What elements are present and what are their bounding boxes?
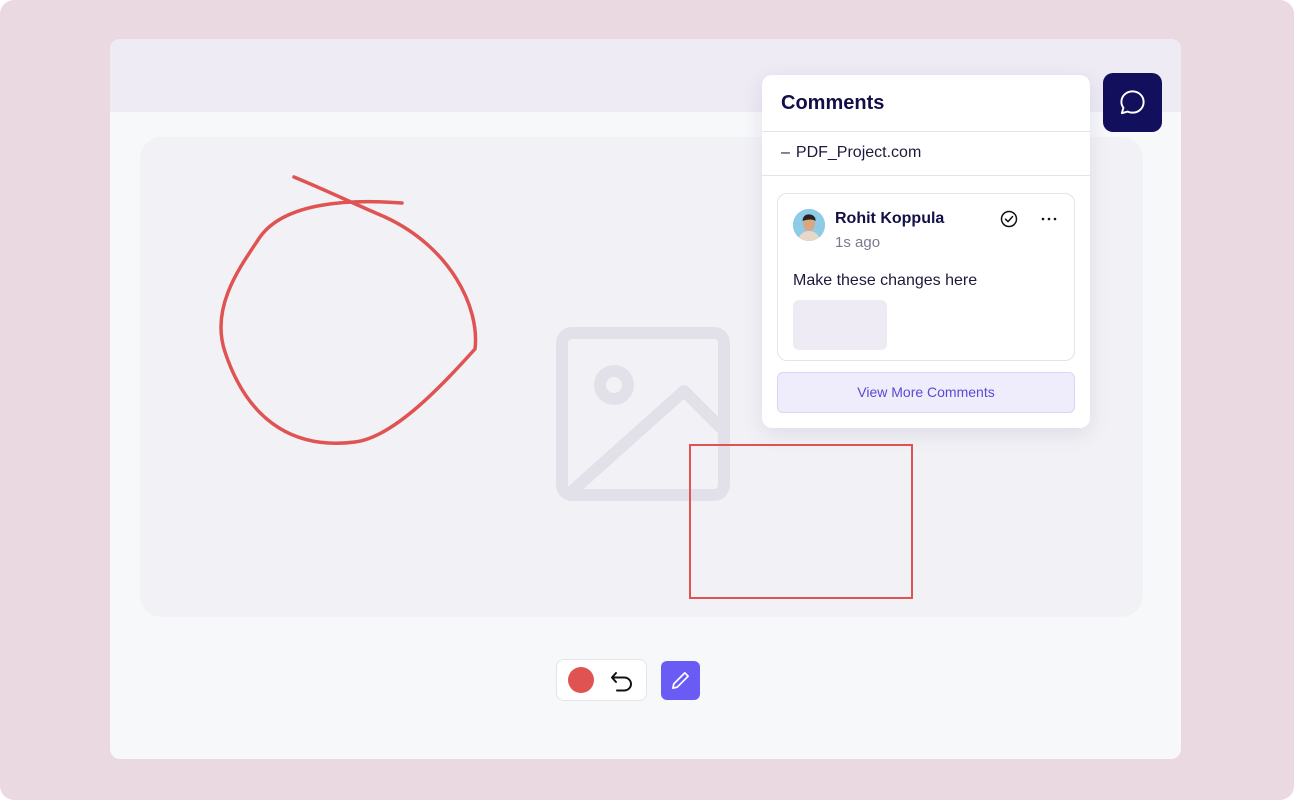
pencil-icon — [672, 672, 689, 689]
comment-timestamp: 1s ago — [835, 234, 881, 251]
project-name: PDF_Project.com — [795, 144, 922, 161]
comments-panel: Comments – PDF_Project.com Rohit Koppula … — [762, 75, 1090, 428]
rectangle-annotation[interactable] — [689, 444, 913, 599]
comments-toggle-button[interactable] — [1103, 73, 1162, 132]
more-horizontal-icon[interactable] — [1040, 210, 1058, 228]
avatar-image — [793, 209, 825, 241]
avatar — [793, 209, 825, 241]
chat-bubble-icon — [1120, 90, 1145, 115]
comment-attachment-thumbnail[interactable] — [793, 300, 887, 350]
undo-icon[interactable] — [608, 667, 636, 695]
comment-text: Make these changes here — [793, 272, 978, 289]
view-more-comments-button[interactable]: View More Comments — [777, 372, 1075, 413]
pen-tool-button[interactable] — [661, 661, 700, 700]
comment-card: Rohit Koppula 1s ago Make these changes … — [777, 193, 1075, 361]
comment-author: Rohit Koppula — [835, 210, 945, 227]
drawing-toolbar — [556, 659, 647, 701]
app-background: Comments – PDF_Project.com Rohit Koppula … — [0, 0, 1294, 800]
color-picker-swatch[interactable] — [568, 667, 594, 693]
check-circle-icon[interactable] — [1000, 210, 1018, 228]
panel-divider — [762, 175, 1090, 176]
project-row[interactable]: – PDF_Project.com — [781, 144, 921, 162]
collapse-dash-icon: – — [781, 144, 790, 161]
comments-panel-title: Comments — [781, 92, 885, 114]
panel-divider — [762, 131, 1090, 132]
